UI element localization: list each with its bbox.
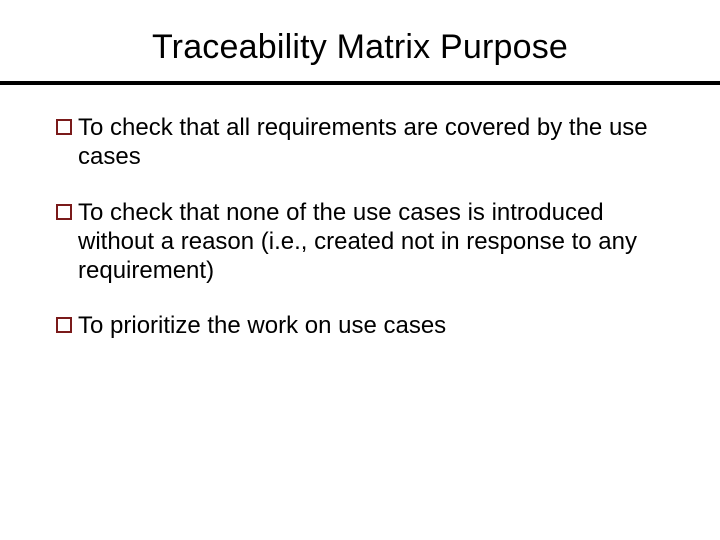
list-item: To prioritize the work on use cases — [56, 311, 664, 340]
square-bullet-icon — [56, 317, 72, 333]
bullet-text: To check that none of the use cases is i… — [78, 198, 664, 286]
list-item: To check that none of the use cases is i… — [56, 198, 664, 286]
bullet-text: To prioritize the work on use cases — [78, 311, 446, 340]
bullet-text: To check that all requirements are cover… — [78, 113, 664, 172]
slide-body: To check that all requirements are cover… — [0, 85, 720, 341]
square-bullet-icon — [56, 204, 72, 220]
slide-title: Traceability Matrix Purpose — [0, 28, 720, 81]
list-item: To check that all requirements are cover… — [56, 113, 664, 172]
square-bullet-icon — [56, 119, 72, 135]
slide: Traceability Matrix Purpose To check tha… — [0, 0, 720, 540]
